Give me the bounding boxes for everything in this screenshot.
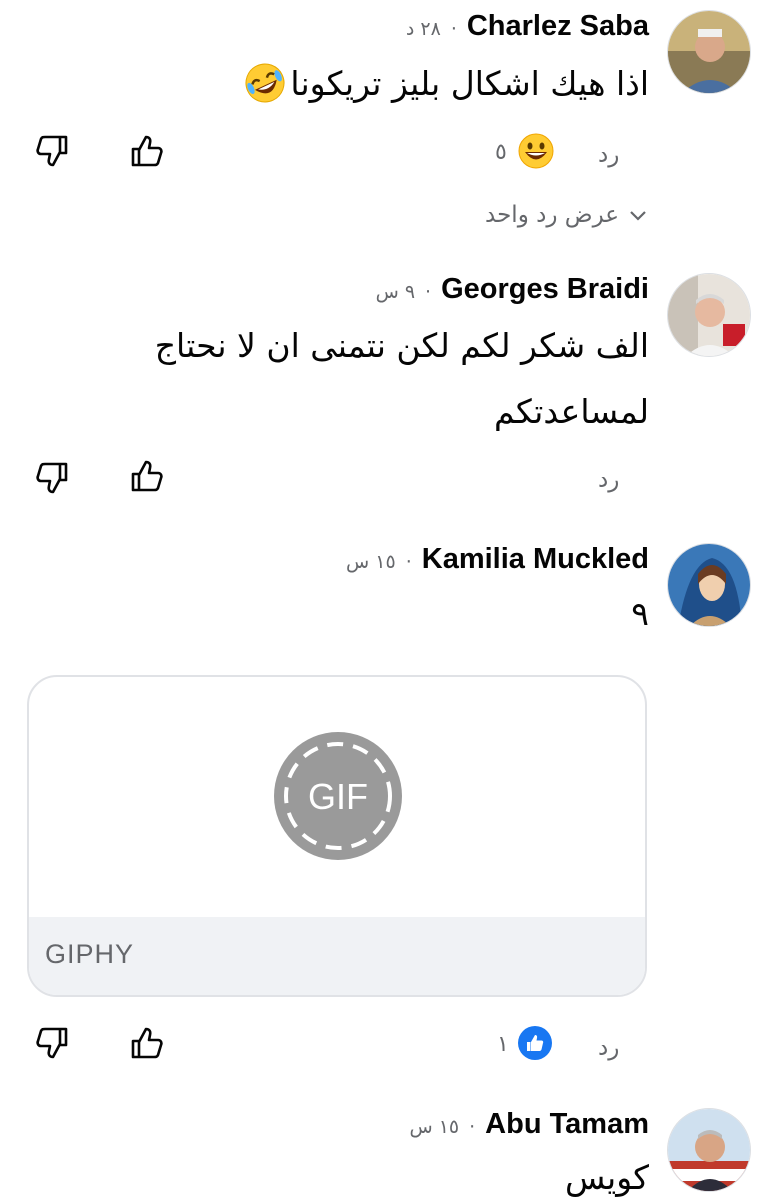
comment-time: ١٥ س <box>346 551 396 573</box>
author-name[interactable]: Georges Braidi <box>441 273 649 306</box>
thumbs-up-icon[interactable] <box>129 1025 165 1061</box>
separator-dot: · <box>469 1116 476 1138</box>
comment-time: ٢٨ د <box>405 18 441 40</box>
avatar[interactable] <box>667 10 751 94</box>
gif-icon: GIF <box>274 732 402 860</box>
comment-time: ١٥ س <box>409 1116 460 1138</box>
view-replies-label: عرض رد واحد <box>485 202 619 228</box>
comment-body: اذا هيك اشكال بليز تريكونا <box>244 62 649 104</box>
comment-text: ٩ <box>631 594 649 633</box>
comment-text: اذا هيك اشكال بليز تريكونا <box>290 63 649 103</box>
comment-header: ٩ س · Georges Braidi <box>376 273 649 306</box>
comment-header: ١٥ س · Abu Tamam <box>409 1108 649 1141</box>
comment-text-line-2: لمساعدتكم <box>493 392 649 431</box>
gif-source: GIPHY <box>45 939 135 969</box>
avatar[interactable] <box>667 1108 751 1192</box>
thumbs-down-icon[interactable] <box>34 1025 70 1061</box>
gif-attachment[interactable]: GIF GIPHY <box>27 675 647 997</box>
comment-time: ٩ س <box>375 281 416 303</box>
rolling-laughing-emoji-icon <box>245 63 285 103</box>
gif-footer: GIPHY <box>29 917 645 995</box>
avatar[interactable] <box>667 543 751 627</box>
reaction-count[interactable]: ١ <box>497 1032 509 1057</box>
separator-dot: · <box>405 551 412 573</box>
thumbs-up-icon[interactable] <box>129 458 165 494</box>
grinning-face-icon[interactable] <box>518 133 554 169</box>
separator-dot: · <box>425 281 432 303</box>
author-name[interactable]: Kamilia Muckled <box>422 543 649 576</box>
reaction-count[interactable]: ٥ <box>495 140 507 165</box>
comment-header: ٢٨ د · Charlez Saba <box>406 10 649 43</box>
comment-text: كويس <box>564 1158 649 1197</box>
avatar-photo <box>668 274 750 356</box>
avatar-photo <box>668 1109 750 1191</box>
chevron-down-icon <box>630 211 646 221</box>
view-replies-link[interactable]: عرض رد واحد <box>485 202 649 228</box>
avatar-photo <box>668 544 750 626</box>
reply-link[interactable]: رد <box>598 467 619 493</box>
avatar-photo <box>668 11 750 93</box>
like-reaction-icon[interactable] <box>517 1025 553 1061</box>
reply-link[interactable]: رد <box>598 1035 619 1061</box>
thumbs-down-icon[interactable] <box>34 460 70 496</box>
gif-label: GIF <box>308 776 368 817</box>
author-name[interactable]: Abu Tamam <box>485 1108 649 1141</box>
comment-text-line-1: الف شكر لكم لكن نتمنى ان لا نحتاج <box>154 326 649 365</box>
thumbs-up-icon[interactable] <box>129 133 165 169</box>
author-name[interactable]: Charlez Saba <box>467 10 649 43</box>
separator-dot: · <box>450 18 457 40</box>
avatar[interactable] <box>667 273 751 357</box>
reply-link[interactable]: رد <box>598 142 619 168</box>
thumbs-down-icon[interactable] <box>34 133 70 169</box>
comment-header: ١٥ س · Kamilia Muckled <box>346 543 649 576</box>
